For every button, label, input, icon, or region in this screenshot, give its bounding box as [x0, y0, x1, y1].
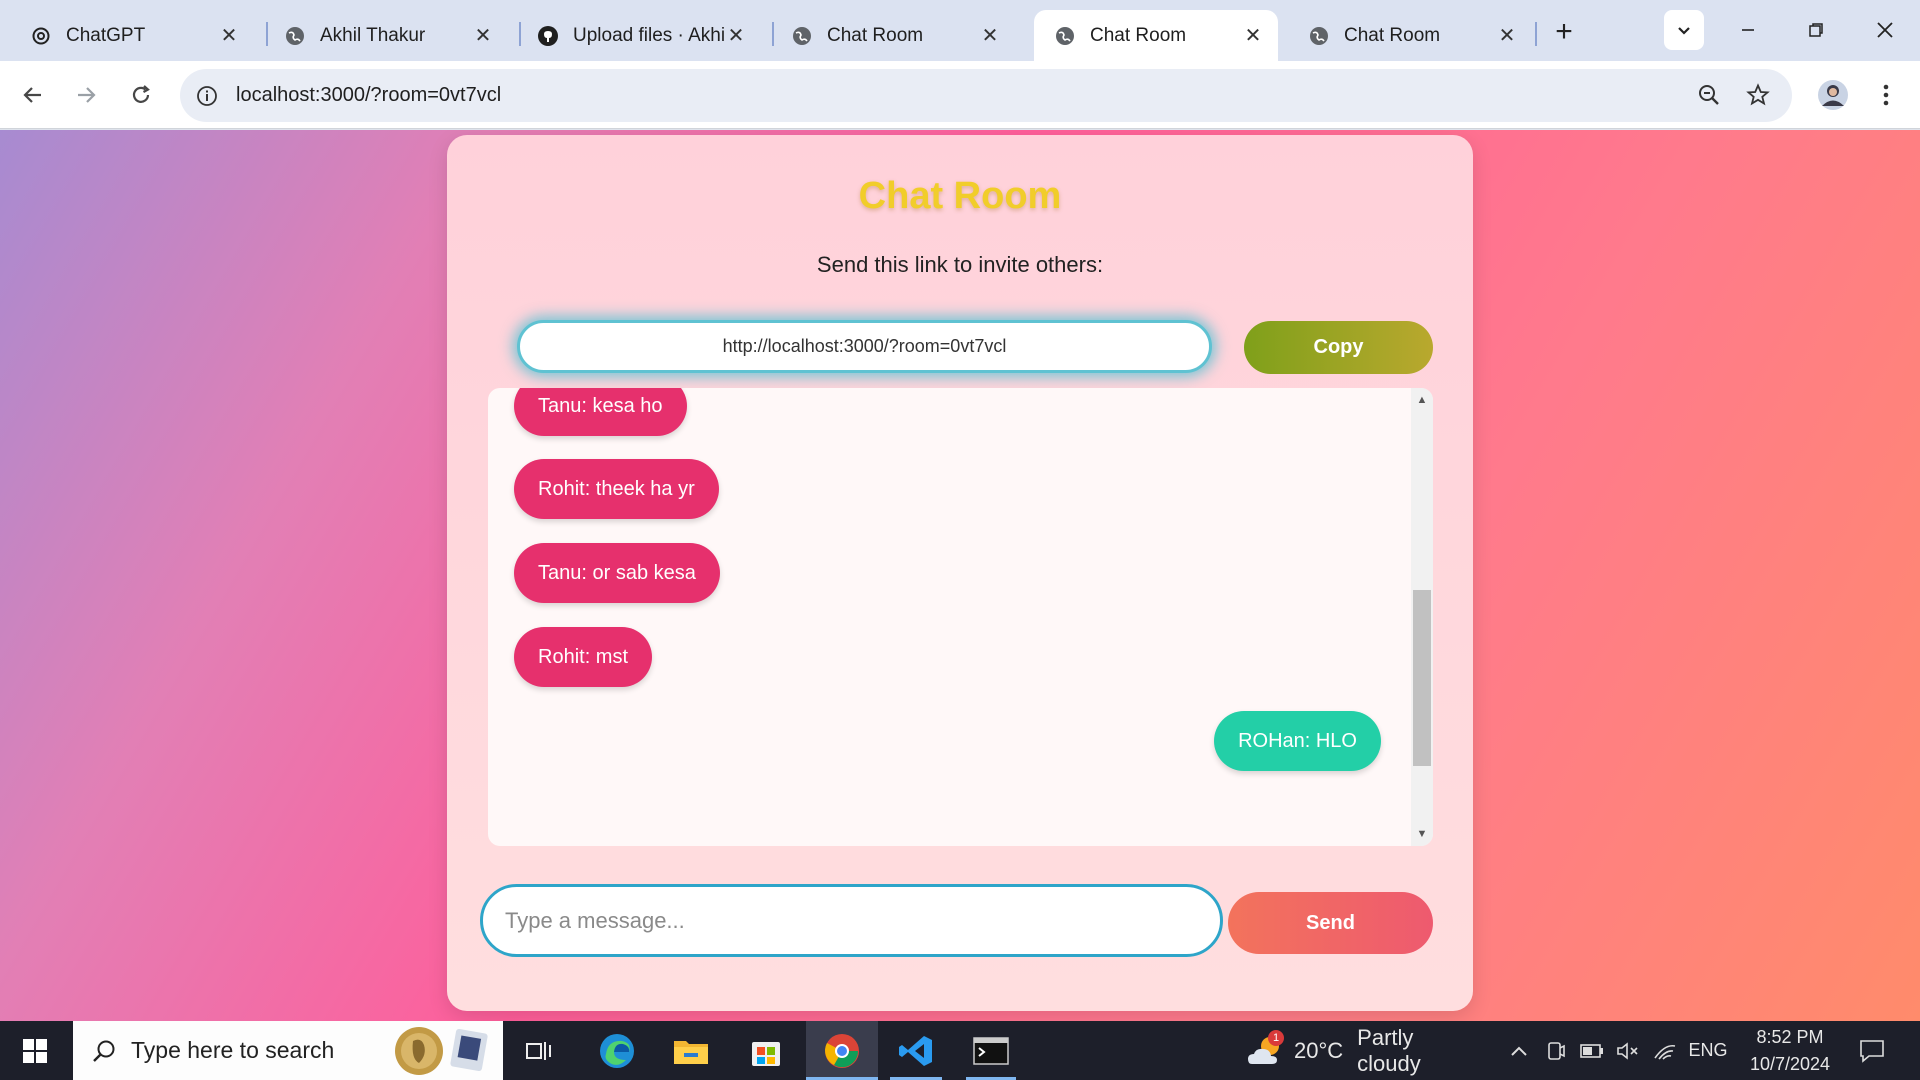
tab-title: Chat Room [827, 24, 924, 46]
profile-avatar-icon[interactable] [1813, 75, 1853, 115]
close-icon[interactable]: ✕ [725, 25, 747, 47]
clock-date: 10/7/2024 [1749, 1053, 1831, 1074]
windows-taskbar: Type here to search 1 20°C Partly cloudy [0, 1021, 1920, 1080]
vscode-icon[interactable] [884, 1021, 948, 1080]
chrome-taskbar-icon[interactable] [806, 1021, 878, 1080]
tab-chat-room-active[interactable]: Chat Room ✕ [1034, 10, 1278, 61]
globe-icon [791, 25, 813, 47]
message-bubble: Rohit: theek ha yr [514, 459, 719, 519]
chevron-up-icon[interactable] [1506, 1021, 1532, 1080]
globe-icon [284, 25, 306, 47]
chatgpt-icon [30, 25, 52, 47]
terminal-icon[interactable] [960, 1021, 1022, 1080]
clock-time: 8:52 PM [1756, 1026, 1824, 1047]
browser-toolbar: localhost:3000/?room=0vt7vcl [0, 61, 1920, 129]
microsoft-store-icon[interactable] [735, 1021, 797, 1080]
send-button[interactable]: Send [1228, 892, 1433, 954]
bookmark-star-icon[interactable] [1738, 75, 1778, 115]
message-input[interactable] [480, 884, 1223, 957]
close-icon[interactable]: ✕ [472, 25, 494, 47]
close-icon[interactable]: ✕ [979, 25, 1001, 47]
tab-title: Chat Room [1344, 24, 1441, 46]
battery-icon[interactable] [1578, 1021, 1606, 1080]
zoom-icon[interactable] [1689, 75, 1729, 115]
search-highlight-medal-icon [393, 1025, 493, 1077]
message-bubble-self: ROHan: HLO [1214, 711, 1381, 771]
tab-title: Akhil Thakur [320, 24, 426, 46]
file-explorer-icon[interactable] [660, 1021, 722, 1080]
weather-temperature: 20°C [1294, 1037, 1344, 1063]
tab-search-chevron-down-icon[interactable] [1664, 10, 1704, 50]
search-placeholder: Type here to search [131, 1037, 335, 1063]
messages-panel[interactable]: Tanu: kesa ho Rohit: theek ha yr Tanu: o… [488, 388, 1433, 846]
new-tab-plus-icon[interactable]: + [1546, 14, 1582, 50]
close-icon[interactable]: ✕ [1242, 25, 1264, 47]
messages-scrollbar[interactable]: ▲ ▼ [1411, 388, 1433, 846]
scroll-up-arrow-icon[interactable]: ▲ [1411, 390, 1433, 410]
page-title: Chat Room [858, 175, 1062, 217]
address-bar[interactable]: localhost:3000/?room=0vt7vcl [180, 69, 1792, 122]
notifications-icon[interactable] [1852, 1021, 1892, 1080]
message-bubble: Tanu: kesa ho [514, 388, 687, 436]
globe-icon [1308, 25, 1330, 47]
search-icon [91, 1038, 117, 1064]
wifi-icon[interactable] [1651, 1021, 1679, 1080]
edge-browser-icon[interactable] [586, 1021, 648, 1080]
tab-title: Upload files · Akhil [573, 24, 725, 46]
minimize-icon[interactable] [1728, 10, 1768, 50]
restore-icon[interactable] [1796, 10, 1836, 50]
browser-tab-strip: ChatGPT ✕ Akhil Thakur ✕ Upload files · … [0, 0, 1920, 61]
tab-chat-room-3[interactable]: Chat Room ✕ [1288, 10, 1532, 61]
taskbar-search-box[interactable]: Type here to search [73, 1021, 503, 1080]
weather-widget[interactable]: 1 20°C Partly cloudy [1246, 1021, 1476, 1080]
scrollbar-thumb[interactable] [1413, 590, 1431, 766]
copy-button[interactable]: Copy [1244, 321, 1433, 374]
forward-arrow-icon[interactable] [66, 75, 106, 115]
weather-alert-badge: 1 [1268, 1029, 1284, 1046]
close-icon[interactable]: ✕ [1496, 25, 1518, 47]
scroll-down-arrow-icon[interactable]: ▼ [1411, 824, 1433, 844]
github-icon [537, 25, 559, 47]
tab-title: Chat Room [1090, 24, 1187, 46]
site-info-icon[interactable] [192, 81, 222, 111]
close-window-icon[interactable] [1865, 10, 1905, 50]
clock[interactable]: 8:52 PM 10/7/2024 [1740, 1021, 1840, 1080]
chat-room-card: Chat Room Send this link to invite other… [447, 135, 1473, 1011]
tab-separator [1535, 22, 1537, 46]
task-view-icon[interactable] [513, 1021, 565, 1080]
close-icon[interactable]: ✕ [218, 25, 240, 47]
language-indicator[interactable]: ENG [1686, 1021, 1730, 1080]
invite-instructions: Send this link to invite others: [816, 252, 1104, 277]
reload-icon[interactable] [121, 75, 161, 115]
meet-now-icon[interactable] [1543, 1021, 1569, 1080]
windows-start-icon[interactable] [0, 1021, 70, 1080]
back-arrow-icon[interactable] [13, 75, 53, 115]
tab-title: ChatGPT [66, 24, 146, 46]
address-url[interactable]: localhost:3000/?room=0vt7vcl [236, 84, 501, 107]
invite-link-field[interactable]: http://localhost:3000/?room=0vt7vcl [517, 320, 1212, 373]
globe-icon [1054, 25, 1076, 47]
partly-cloudy-weather-icon: 1 [1246, 1029, 1286, 1068]
menu-kebab-icon[interactable] [1866, 75, 1906, 115]
volume-muted-icon[interactable] [1614, 1021, 1642, 1080]
page-background: Chat Room Send this link to invite other… [0, 130, 1920, 1021]
message-bubble: Rohit: mst [514, 627, 653, 687]
tab-akhil-thakur[interactable]: Akhil Thakur ✕ [264, 10, 508, 61]
tab-upload-files[interactable]: Upload files · Akhil ✕ [517, 10, 761, 61]
tab-chatgpt[interactable]: ChatGPT ✕ [10, 10, 254, 61]
message-bubble: Tanu: or sab kesa [514, 543, 720, 603]
weather-description: Partly cloudy [1357, 1024, 1421, 1076]
tab-chat-room-1[interactable]: Chat Room ✕ [771, 10, 1015, 61]
